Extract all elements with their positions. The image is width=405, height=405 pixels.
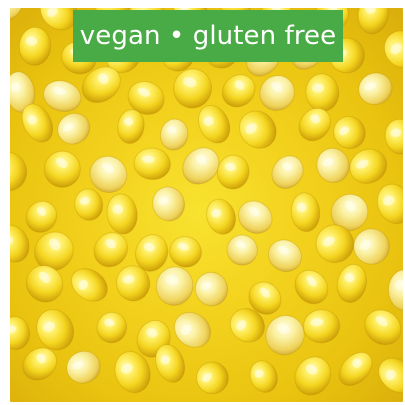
corn-kernel [66, 350, 101, 384]
corn-kernel [152, 186, 186, 222]
corn-kernel [96, 311, 128, 344]
corn-kernel [206, 198, 236, 235]
corn-kernel [387, 269, 403, 312]
corn-kernel [271, 155, 304, 189]
corn-kernel [106, 193, 138, 235]
corn-kernel [249, 360, 278, 393]
corn-kernel [349, 148, 388, 184]
corn-kernel [358, 72, 393, 106]
corn-kernel [338, 351, 373, 386]
corn-kernel [155, 266, 194, 306]
corn-kernel [169, 236, 202, 268]
corn-kernel [197, 104, 231, 144]
corn-kernel [294, 269, 329, 305]
corn-kernel [43, 80, 82, 113]
corn-kernel [10, 151, 28, 192]
corn-kernel [74, 188, 104, 221]
corn-kernel [196, 361, 229, 395]
corn-kernel [216, 154, 250, 190]
corn-kernel [364, 309, 402, 346]
corn-kernel [384, 118, 403, 155]
corn-kernel [265, 315, 305, 356]
corn-kernel [237, 200, 273, 234]
corn-kernel [71, 268, 108, 302]
corn-kernel [194, 271, 229, 307]
corn-kernel [316, 147, 350, 183]
corn-kernel [294, 356, 332, 396]
corn-kernel [10, 316, 31, 350]
corn-kernel [305, 73, 340, 112]
corn-kernel [159, 118, 189, 151]
corn-kernel [57, 112, 91, 145]
corn-kernel [238, 110, 277, 149]
corn-kernel [18, 26, 52, 66]
corn-kernel [10, 8, 24, 22]
corn-kernel [336, 263, 368, 303]
corn-kernel [226, 234, 258, 266]
product-image-frame: vegan • gluten free [0, 0, 405, 405]
corn-kernel [133, 147, 171, 181]
corn-kernels-photo [10, 8, 403, 402]
corn-kernel [290, 192, 321, 233]
corn-kernel [303, 309, 341, 344]
corn-kernel [267, 239, 302, 273]
corn-kernel [43, 150, 81, 188]
corn-kernels-illustration [10, 8, 403, 396]
vegan-gluten-free-badge: vegan • gluten free [73, 10, 343, 62]
